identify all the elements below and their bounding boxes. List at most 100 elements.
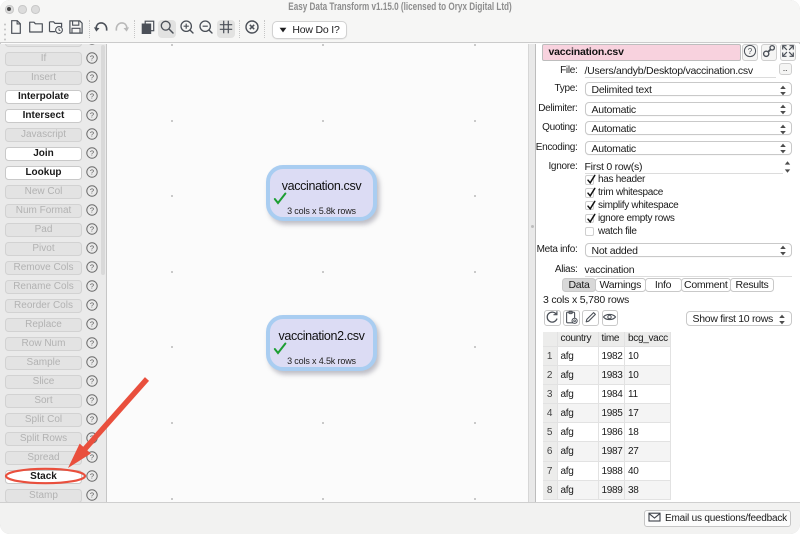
sidebar-row: Sort? (0, 391, 106, 410)
tab-info[interactable]: Info (645, 278, 682, 292)
question-circle-icon[interactable]: ? (86, 450, 98, 462)
file-path-input[interactable]: /Users/andyb/Desktop/vaccination.csv.. (585, 64, 776, 78)
show-rows-select[interactable]: Show first 10 rows (686, 311, 792, 327)
table-row[interactable]: 7afg198840 (543, 462, 672, 481)
file-new-button[interactable] (7, 20, 25, 38)
checkbox-checked[interactable] (585, 201, 595, 211)
alias-label: Alias: (510, 263, 578, 277)
checkbox-row[interactable]: watch file (585, 225, 637, 238)
table-col-header[interactable]: country (558, 332, 599, 347)
question-circle-icon[interactable]: ? (86, 241, 98, 253)
sidebar-row: Remove Cols? (0, 258, 106, 277)
table-row[interactable]: 5afg198618 (543, 423, 672, 442)
question-circle-icon[interactable]: ? (86, 165, 98, 177)
flow-canvas[interactable]: vaccination.csv3 cols x 5.8k rows vaccina… (108, 44, 528, 502)
save-button[interactable] (67, 20, 85, 38)
meta-info-select[interactable]: Not added (585, 243, 792, 257)
folder-open-button[interactable] (27, 20, 45, 38)
question-circle-icon[interactable]: ? (86, 469, 98, 481)
ignore-rows-input[interactable]: First 0 row(s) (585, 160, 783, 174)
copy-button[interactable] (139, 20, 157, 38)
table-col-header[interactable]: time (599, 332, 626, 347)
transform-intersect-button[interactable]: Intersect (5, 109, 82, 123)
table-row[interactable]: 3afg198411 (543, 385, 672, 404)
transform-join-button[interactable]: Join (5, 147, 82, 161)
checkbox-checked[interactable] (585, 188, 595, 198)
undo-button[interactable] (92, 20, 110, 38)
eye-button[interactable] (602, 310, 619, 326)
transform-stack-button[interactable]: Stack (5, 470, 82, 484)
table-row[interactable]: 4afg198517 (543, 404, 672, 423)
question-circle-icon[interactable]: ? (86, 393, 98, 405)
grid-snap-button[interactable] (217, 20, 235, 38)
question-circle-icon[interactable]: ? (86, 374, 98, 386)
alias-input[interactable]: vaccination (585, 263, 792, 277)
zoom-out-button[interactable] (197, 20, 215, 38)
question-circle-icon[interactable]: ? (86, 488, 98, 500)
question-circle-icon[interactable]: ? (86, 51, 98, 63)
link-nodes-button[interactable] (761, 44, 778, 61)
checkbox-checked[interactable] (585, 175, 595, 185)
checkbox-row[interactable]: simplify whitespace (585, 199, 679, 212)
question-circle-icon[interactable]: ? (86, 146, 98, 158)
checkbox-checked[interactable] (585, 214, 595, 224)
row-number-cell: 1 (543, 347, 558, 366)
question-circle-icon[interactable]: ? (86, 336, 98, 348)
transform-lookup-button[interactable]: Lookup (5, 166, 82, 180)
folder-recent-button[interactable] (47, 20, 65, 38)
table-row[interactable]: 1afg198210 (543, 347, 672, 366)
close-button[interactable] (5, 5, 14, 14)
type-select[interactable]: Delimited text (585, 82, 792, 96)
tab-results[interactable]: Results (730, 278, 774, 292)
checkbox-unchecked[interactable] (585, 227, 595, 237)
table-row[interactable]: 2afg198310 (543, 366, 672, 385)
how-do-i-button[interactable]: How Do I? (272, 21, 347, 39)
maximize-button[interactable] (31, 5, 40, 14)
minimize-button[interactable] (18, 5, 27, 14)
table-row[interactable]: 8afg198938 (543, 481, 672, 500)
remove-button[interactable] (243, 20, 261, 38)
question-circle-icon[interactable]: ? (86, 127, 98, 139)
question-circle-icon[interactable]: ? (86, 222, 98, 234)
question-circle-icon[interactable]: ? (86, 279, 98, 291)
redo-button[interactable] (112, 20, 130, 38)
input-node[interactable]: vaccination2.csv3 cols x 4.5k rows (266, 315, 377, 371)
question-circle-icon[interactable]: ? (86, 355, 98, 367)
browse-file-button[interactable]: .. (779, 63, 792, 75)
clipboard-button[interactable] (563, 310, 580, 326)
encoding-select[interactable]: Automatic (585, 141, 792, 155)
expand-panel-button[interactable] (780, 44, 796, 61)
svg-text:?: ? (90, 244, 94, 253)
email-feedback-button[interactable]: Email us questions/feedback (644, 510, 791, 527)
table-cell: afg (558, 442, 599, 461)
select-magnifier-button[interactable] (158, 20, 176, 38)
question-circle-icon[interactable]: ? (86, 203, 98, 215)
tab-comment[interactable]: Comment (681, 278, 732, 292)
question-circle-icon[interactable]: ? (86, 184, 98, 196)
question-circle-icon[interactable]: ? (86, 70, 98, 82)
pencil-button[interactable] (582, 310, 599, 326)
tab-warnings[interactable]: Warnings (595, 278, 646, 292)
tab-data[interactable]: Data (562, 278, 596, 292)
checkbox-row[interactable]: trim whitespace (585, 186, 663, 199)
question-circle-icon[interactable]: ? (86, 431, 98, 443)
question-circle-icon[interactable]: ? (86, 108, 98, 120)
question-circle-icon[interactable]: ? (86, 298, 98, 310)
table-row[interactable]: 6afg198727 (543, 442, 672, 461)
question-circle-icon[interactable]: ? (86, 412, 98, 424)
table-col-header[interactable]: bcg_vacc (625, 332, 671, 347)
delimiter-select[interactable]: Automatic (585, 102, 792, 116)
node-name-field[interactable]: vaccination.csv (542, 44, 741, 61)
checkbox-row[interactable]: has header (585, 174, 646, 187)
question-circle-icon[interactable]: ? (86, 89, 98, 101)
quoting-select[interactable]: Automatic (585, 121, 792, 135)
question-circle-icon[interactable]: ? (86, 260, 98, 272)
input-node[interactable]: vaccination.csv3 cols x 5.8k rows (266, 165, 377, 221)
question-circle-icon[interactable]: ? (86, 317, 98, 329)
checkbox-row[interactable]: ignore empty rows (585, 212, 675, 225)
refresh-button[interactable] (544, 310, 561, 326)
zoom-in-button[interactable] (178, 20, 196, 38)
help-circle-button[interactable]: ? (742, 44, 758, 61)
spinner-icon[interactable] (783, 160, 792, 178)
transform-interpolate-button[interactable]: Interpolate (5, 90, 82, 104)
